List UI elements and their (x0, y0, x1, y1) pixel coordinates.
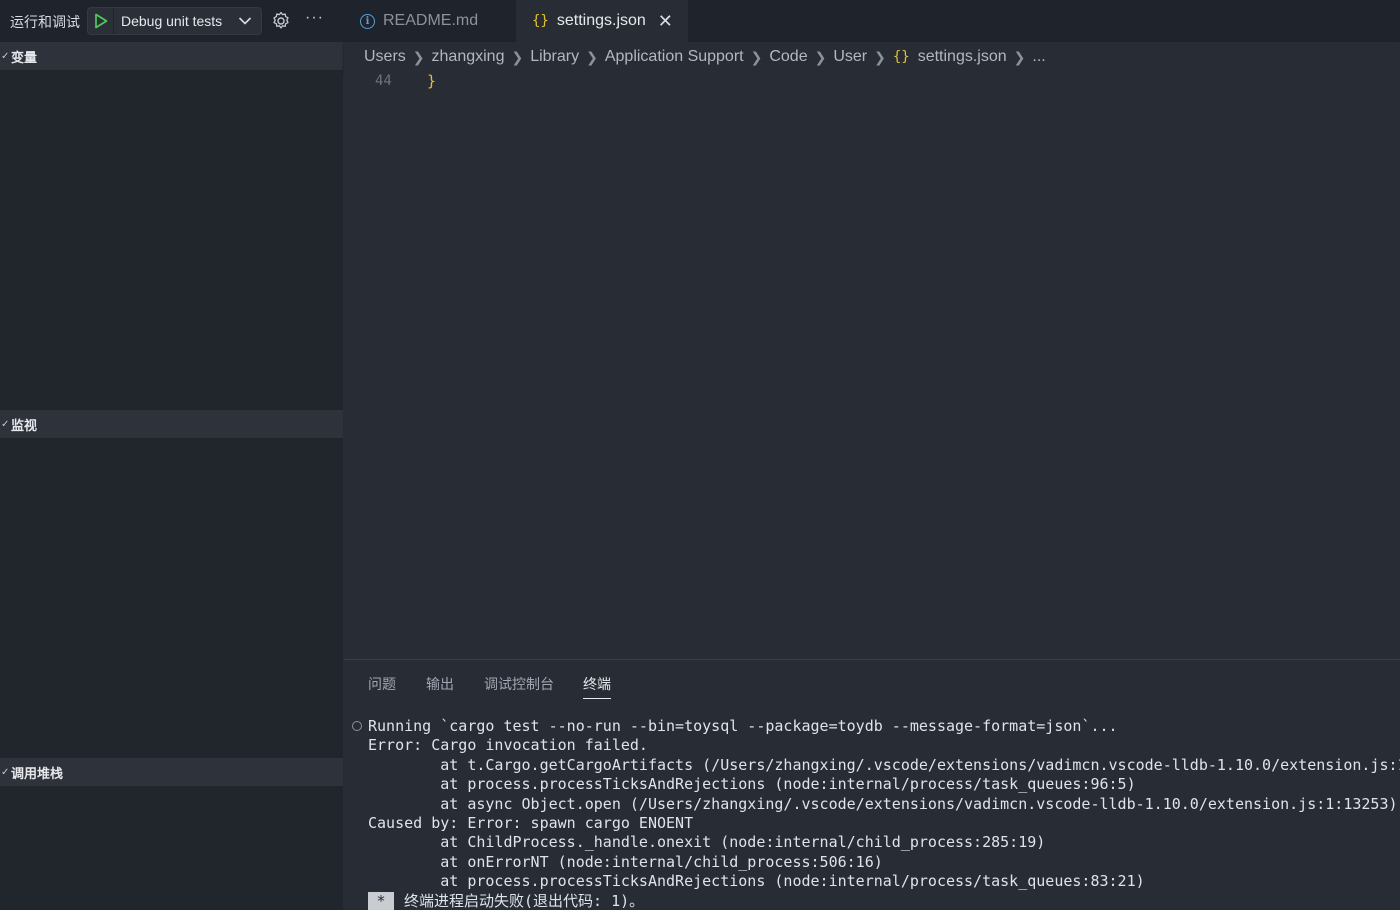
terminal-line: Caused by: Error: spawn cargo ENOENT (368, 814, 694, 833)
breadcrumb-item[interactable]: settings.json (918, 48, 1007, 66)
chevron-right-icon: ❯ (412, 48, 425, 65)
terminal-output[interactable]: Running `cargo test --no-run --bin=toysq… (368, 717, 1400, 910)
terminal-line: at t.Cargo.getCargoArtifacts (/Users/zha… (368, 755, 1400, 774)
code-line[interactable]: } (427, 72, 436, 90)
tab-readme[interactable]: i README.md (344, 0, 516, 42)
breadcrumb-item[interactable]: Library (530, 48, 579, 66)
chevron-right-icon: ❯ (814, 48, 827, 65)
tab-output[interactable]: 输出 (426, 674, 454, 694)
debug-sidebar: ✓ 变量 ✓ 监视 ✓ 调用堆栈 (0, 42, 343, 910)
chevron-down-icon: ✓ (1, 766, 10, 778)
chevron-down-icon[interactable] (238, 16, 252, 26)
terminal-line: at onErrorNT (node:internal/child_proces… (368, 852, 883, 871)
json-file-icon: {} (892, 49, 910, 65)
section-label: 监视 (11, 417, 38, 433)
section-label: 调用堆栈 (11, 765, 64, 781)
gear-icon[interactable] (271, 11, 291, 31)
terminal-status-marker: * (368, 891, 394, 910)
debug-config-select[interactable]: Debug unit tests (121, 13, 222, 29)
json-file-icon: {} (532, 13, 549, 29)
tab-label: settings.json (556, 12, 646, 29)
chevron-right-icon: ❯ (874, 48, 886, 65)
tab-settings-json[interactable]: {} settings.json ✕ (516, 0, 688, 42)
breadcrumb-item[interactable]: Application Support (605, 48, 744, 66)
section-call-stack[interactable]: ✓ 调用堆栈 (0, 758, 343, 786)
terminal-line: Error: Cargo invocation failed. (368, 736, 648, 755)
chevron-right-icon: ❯ (511, 48, 524, 65)
terminal-status-text: 终端进程启动失败(退出代码: 1)。 (404, 891, 645, 910)
breadcrumb-item[interactable]: Code (769, 48, 807, 66)
debug-config-group[interactable]: Debug unit tests (87, 7, 262, 35)
tab-problems[interactable]: 问题 (368, 674, 396, 694)
run-debug-title: 运行和调试 (10, 14, 80, 30)
section-watch[interactable]: ✓ 监视 (0, 410, 343, 438)
line-number: 44 (375, 73, 392, 89)
terminal-line: at async Object.open (/Users/zhangxing/.… (368, 794, 1398, 813)
chevron-right-icon: ❯ (750, 48, 763, 65)
section-variables[interactable]: ✓ 变量 (0, 42, 343, 70)
terminal-line: at process.processTicksAndRejections (no… (368, 872, 1145, 891)
title-bar: 运行和调试 Debug unit tests ··· i README.md {… (0, 0, 1400, 42)
chevron-down-icon: ✓ (1, 418, 10, 430)
terminal-status-circle-icon (352, 721, 362, 731)
section-label: 变量 (11, 49, 38, 65)
tab-label: README.md (383, 12, 479, 29)
more-actions-button[interactable]: ··· (305, 9, 324, 27)
terminal-status-line: * 终端进程启动失败(退出代码: 1)。 (368, 891, 1400, 910)
breadcrumb-item[interactable]: Users (364, 48, 406, 66)
start-debugging-button[interactable] (88, 8, 114, 34)
play-icon (94, 13, 107, 29)
tab-debug-console[interactable]: 调试控制台 (484, 674, 554, 694)
breadcrumb-item[interactable]: User (833, 48, 867, 66)
breadcrumb-item[interactable]: zhangxing (432, 48, 505, 66)
terminal-line: at ChildProcess._handle.onexit (node:int… (368, 833, 1046, 852)
info-icon: i (360, 13, 375, 29)
chevron-down-icon: ✓ (1, 50, 10, 62)
terminal-line: at process.processTicksAndRejections (no… (368, 775, 1136, 794)
tab-terminal[interactable]: 终端 (583, 674, 611, 699)
breadcrumb-item[interactable]: ... (1032, 48, 1045, 66)
chevron-right-icon: ❯ (586, 48, 598, 65)
close-icon[interactable]: ✕ (658, 12, 673, 30)
chevron-right-icon: ❯ (1013, 48, 1026, 65)
breadcrumb: Users ❯ zhangxing ❯ Library ❯ Applicatio… (344, 42, 1400, 72)
code-editor[interactable]: 44 } (344, 72, 1400, 659)
bottom-panel: 问题 输出 调试控制台 终端 Running `cargo test --no-… (344, 659, 1400, 910)
terminal-line: Running `cargo test --no-run --bin=toysq… (368, 717, 1118, 735)
